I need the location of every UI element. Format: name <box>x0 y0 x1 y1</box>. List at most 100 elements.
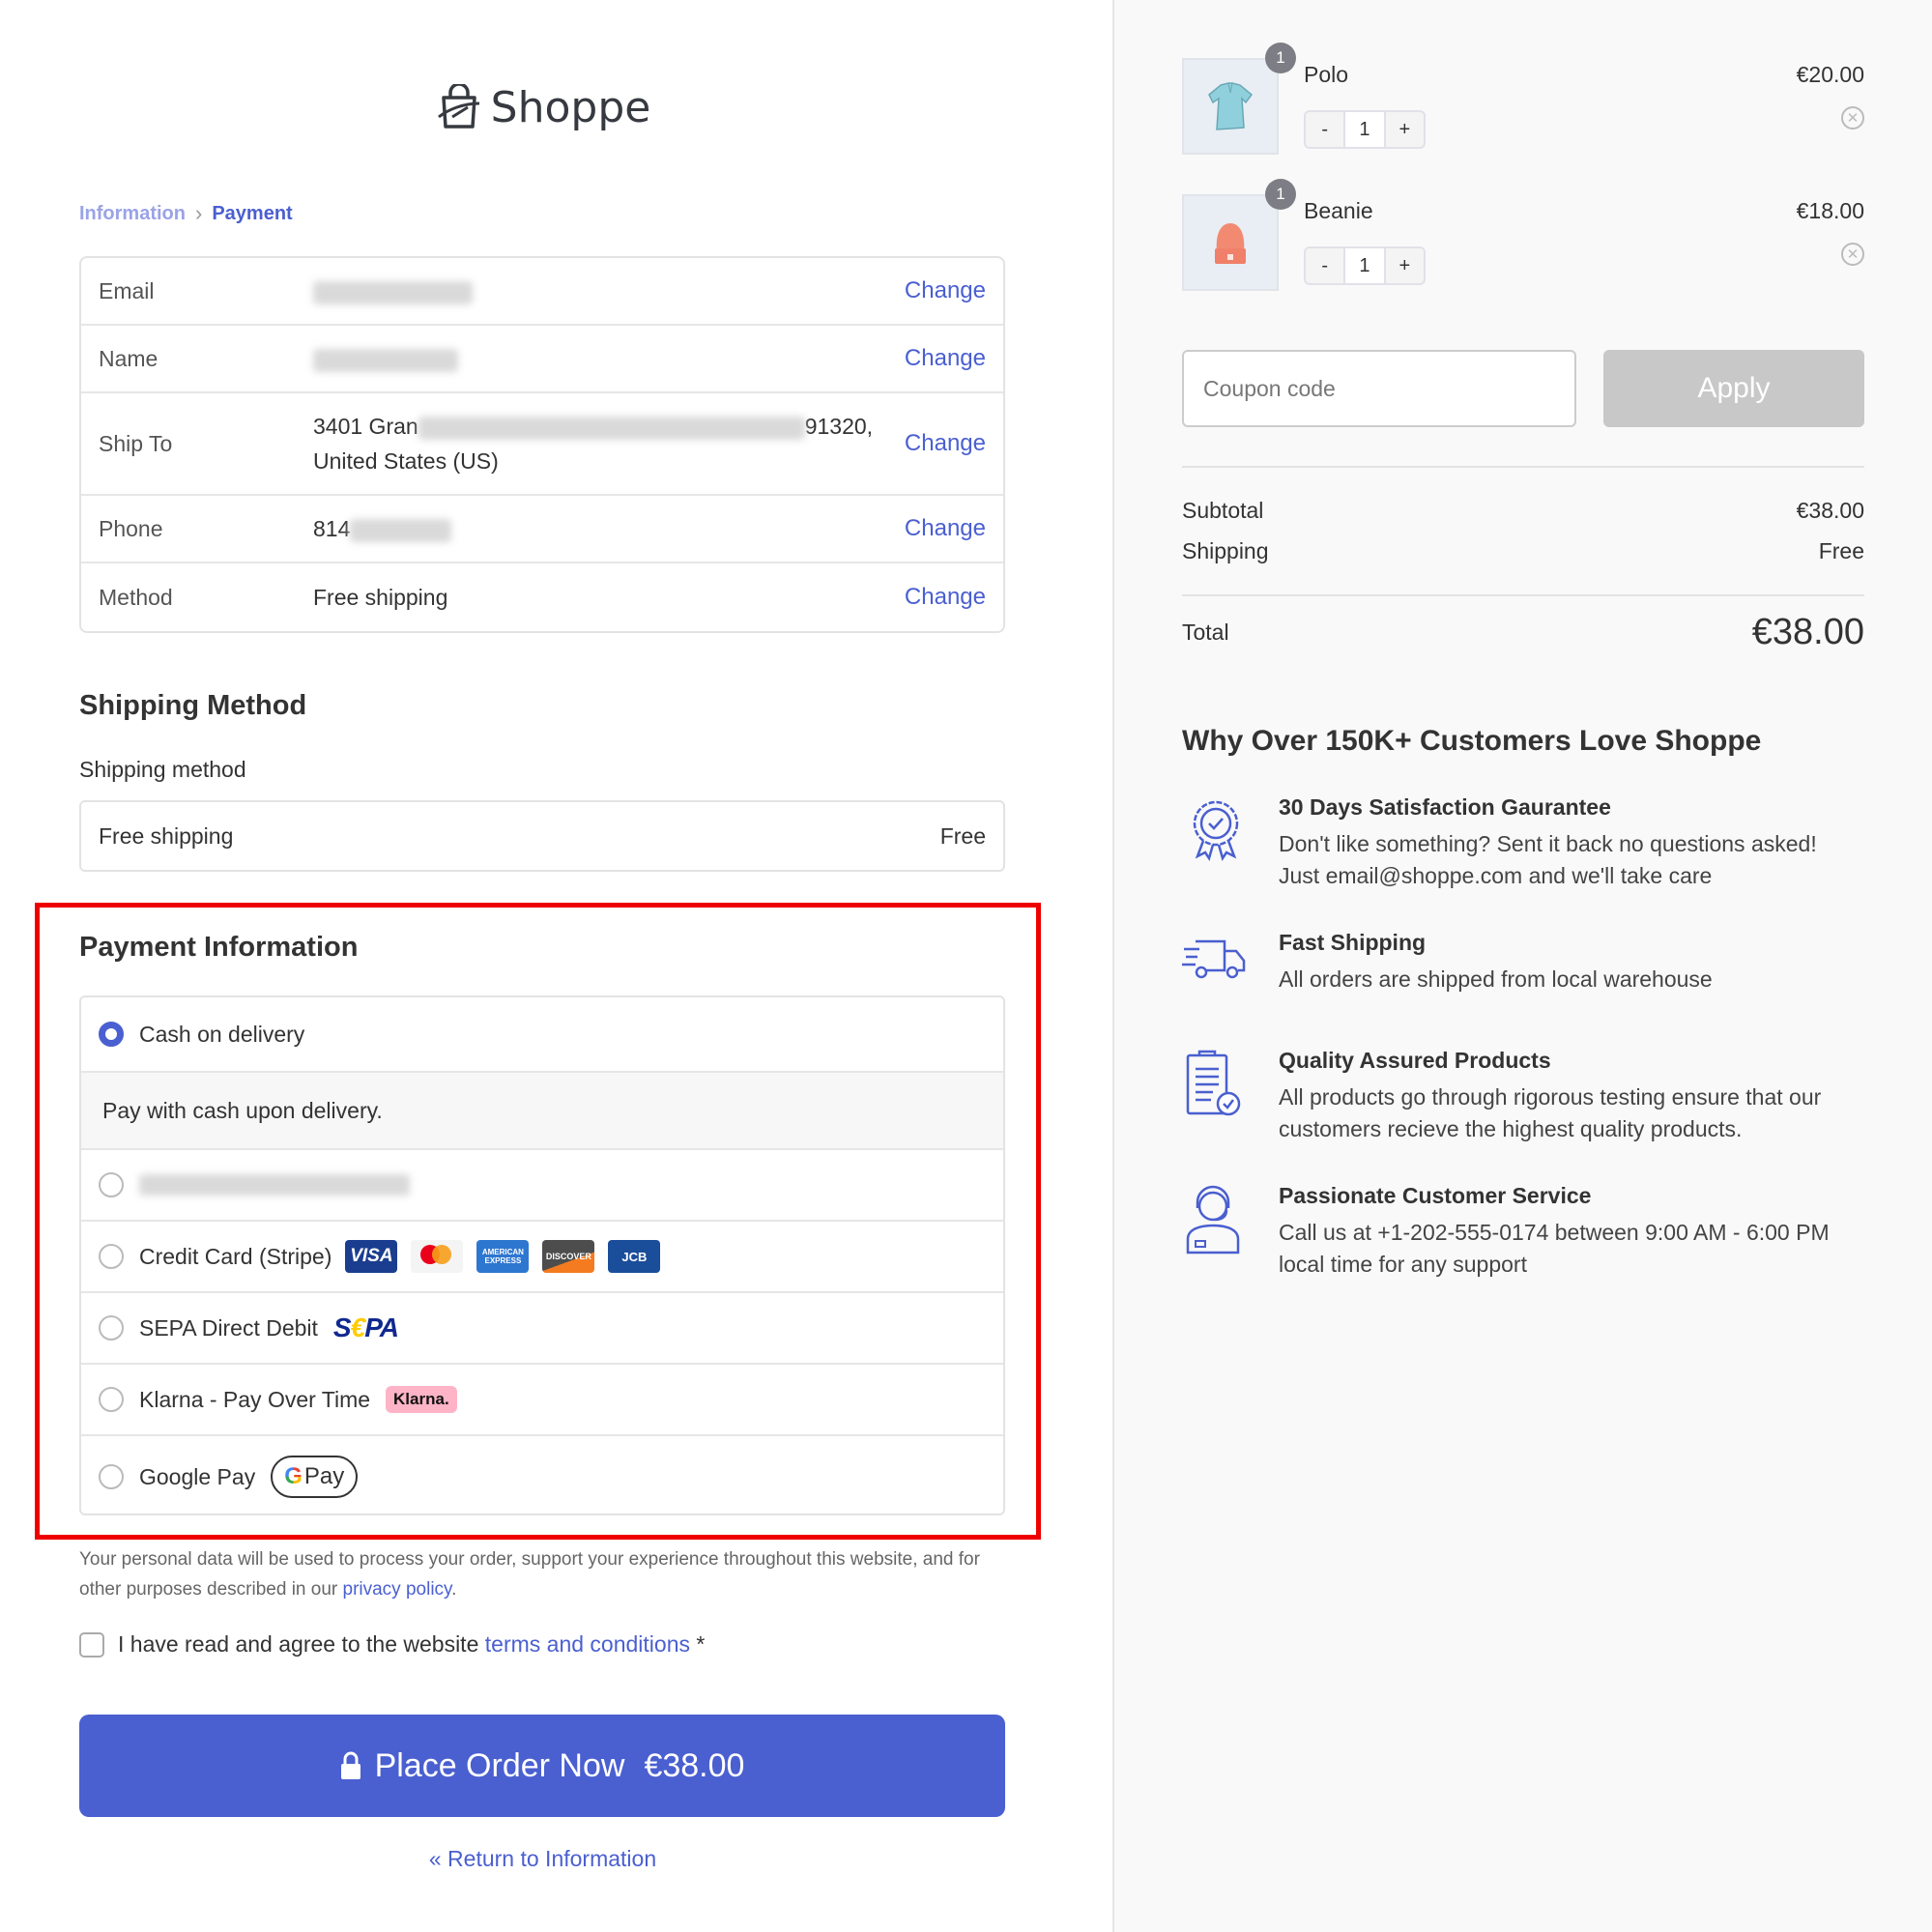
cart-item: 1 Beanie €18.00 - 1 + ✕ <box>1182 179 1864 291</box>
subtotal-row: Subtotal €38.00 <box>1182 498 1864 523</box>
radio-selected[interactable] <box>99 1022 124 1047</box>
product-image-beanie <box>1182 194 1279 291</box>
item-price: €20.00 <box>1796 62 1864 87</box>
item-name: Beanie <box>1304 198 1373 223</box>
payment-option-label: Google Pay <box>139 1463 256 1489</box>
payment-option-credit-card[interactable]: Credit Card (Stripe) VISA AMERICAN EXPRE… <box>81 1222 1003 1293</box>
shipping-option[interactable]: Free shipping Free <box>79 800 1005 872</box>
payment-description: Pay with cash upon delivery. <box>81 1073 1003 1150</box>
payment-methods-list: Cash on delivery Pay with cash upon deli… <box>79 995 1005 1515</box>
coupon-code-input[interactable] <box>1182 350 1576 427</box>
why-heading: Why Over 150K+ Customers Love Shoppe <box>1182 725 1762 757</box>
shipping-method-heading: Shipping Method <box>79 690 307 721</box>
payment-option-klarna[interactable]: Klarna - Pay Over Time Klarna. <box>81 1365 1003 1436</box>
discover-card-icon: DISCOVER <box>542 1240 595 1273</box>
quantity-value[interactable]: 1 <box>1343 112 1386 147</box>
radio[interactable] <box>99 1464 124 1489</box>
quantity-value[interactable]: 1 <box>1343 248 1386 283</box>
feature-item: Passionate Customer Service Call us at +… <box>1182 1183 1878 1281</box>
change-name-link[interactable]: Change <box>905 345 986 372</box>
change-address-link[interactable]: Change <box>905 430 986 457</box>
sepa-logo-icon: S€PA <box>332 1312 399 1342</box>
feature-item: Quality Assured Products All products go… <box>1182 1048 1878 1145</box>
remove-item-icon[interactable]: ✕ <box>1841 106 1864 130</box>
truck-icon <box>1182 939 1246 979</box>
clipboard-check-icon <box>1186 1050 1241 1116</box>
total-row: Total €38.00 <box>1182 611 1864 652</box>
return-to-information-link[interactable]: « Return to Information <box>0 1846 1085 1872</box>
increase-quantity-button[interactable]: + <box>1386 248 1424 283</box>
method-value: Free shipping <box>313 585 448 610</box>
terms-checkbox[interactable] <box>79 1631 104 1658</box>
name-value-redacted <box>313 341 905 376</box>
apply-coupon-button[interactable]: Apply <box>1603 350 1864 427</box>
radio[interactable] <box>99 1387 124 1412</box>
remove-item-icon[interactable]: ✕ <box>1841 243 1864 266</box>
terms-agreement: I have read and agree to the website ter… <box>79 1631 705 1658</box>
redacted-label <box>139 1174 410 1196</box>
order-info-table: Email Change Name Change Ship To 3401 Gr… <box>79 256 1005 633</box>
radio[interactable] <box>99 1172 124 1197</box>
terms-link[interactable]: terms and conditions <box>485 1631 690 1657</box>
quantity-badge: 1 <box>1265 43 1296 73</box>
item-price: €18.00 <box>1796 198 1864 223</box>
breadcrumb: Information › Payment <box>79 201 293 226</box>
change-method-link[interactable]: Change <box>905 584 986 611</box>
change-email-link[interactable]: Change <box>905 277 986 304</box>
payment-option-label: Cash on delivery <box>139 1021 305 1047</box>
shipping-value: Free <box>1818 538 1864 563</box>
quantity-stepper: - 1 + <box>1304 246 1426 285</box>
payment-option-google-pay[interactable]: Google Pay G Pay <box>81 1436 1003 1514</box>
divider <box>1182 594 1864 596</box>
shipping-row: Shipping Free <box>1182 538 1864 563</box>
info-row-phone: Phone 814 Change <box>81 496 1003 563</box>
payment-option-label: SEPA Direct Debit <box>139 1314 318 1341</box>
feature-item: Fast Shipping All orders are shipped fro… <box>1182 930 1878 995</box>
info-row-ship-to: Ship To 3401 Gran 91320, United States (U… <box>81 393 1003 496</box>
shipping-option-price: Free <box>939 822 986 849</box>
lock-icon <box>340 1751 360 1779</box>
shipping-method-label: Shipping method <box>79 757 246 782</box>
order-summary-panel: 1 Polo €20.00 - 1 + ✕ 1 Beanie €18.00 - … <box>1112 0 1932 1932</box>
breadcrumb-payment: Payment <box>212 202 293 224</box>
breadcrumb-information[interactable]: Information <box>79 203 186 225</box>
google-pay-logo-icon: G Pay <box>271 1456 359 1498</box>
visa-card-icon: VISA <box>345 1240 398 1273</box>
chevron-right-icon: › <box>195 201 203 225</box>
feature-item: 30 Days Satisfaction Gaurantee Don't lik… <box>1182 794 1878 892</box>
payment-option-sepa[interactable]: SEPA Direct Debit S€PA <box>81 1293 1003 1365</box>
change-phone-link[interactable]: Change <box>905 515 986 542</box>
place-order-button[interactable]: Place Order Now €38.00 <box>79 1715 1005 1817</box>
support-agent-icon <box>1186 1185 1240 1254</box>
increase-quantity-button[interactable]: + <box>1386 112 1424 147</box>
quantity-badge: 1 <box>1265 179 1296 210</box>
info-label: Method <box>99 584 173 610</box>
cart-item: 1 Polo €20.00 - 1 + ✕ <box>1182 43 1864 155</box>
total-value: €38.00 <box>1751 611 1864 652</box>
checkout-form-panel: Shoppe Information › Payment Email Chang… <box>0 0 1112 1932</box>
shipping-option-name: Free shipping <box>99 822 234 849</box>
brand-logo[interactable]: Shoppe <box>0 83 1085 132</box>
product-image-polo <box>1182 58 1279 155</box>
decrease-quantity-button[interactable]: - <box>1306 112 1343 147</box>
email-value-redacted <box>313 274 905 308</box>
payment-option-label: Klarna - Pay Over Time <box>139 1386 371 1412</box>
payment-option-redacted[interactable] <box>81 1150 1003 1222</box>
privacy-policy-link[interactable]: privacy policy <box>343 1579 452 1600</box>
divider <box>1182 466 1864 468</box>
amex-card-icon: AMERICAN EXPRESS <box>476 1240 530 1273</box>
brand-name: Shoppe <box>490 83 651 132</box>
radio[interactable] <box>99 1244 124 1269</box>
payment-option-cod[interactable]: Cash on delivery <box>81 997 1003 1073</box>
info-label: Phone <box>99 515 163 541</box>
item-name: Polo <box>1304 62 1349 87</box>
mastercard-icon <box>411 1240 464 1273</box>
klarna-logo-icon: Klarna. <box>386 1386 457 1413</box>
quantity-stepper: - 1 + <box>1304 110 1426 149</box>
ship-to-value: 3401 Gran 91320, United States (US) <box>313 414 874 474</box>
radio[interactable] <box>99 1315 124 1341</box>
shopping-bag-logo-icon <box>437 83 479 129</box>
decrease-quantity-button[interactable]: - <box>1306 248 1343 283</box>
info-row-email: Email Change <box>81 258 1003 326</box>
subtotal-value: €38.00 <box>1796 498 1864 523</box>
